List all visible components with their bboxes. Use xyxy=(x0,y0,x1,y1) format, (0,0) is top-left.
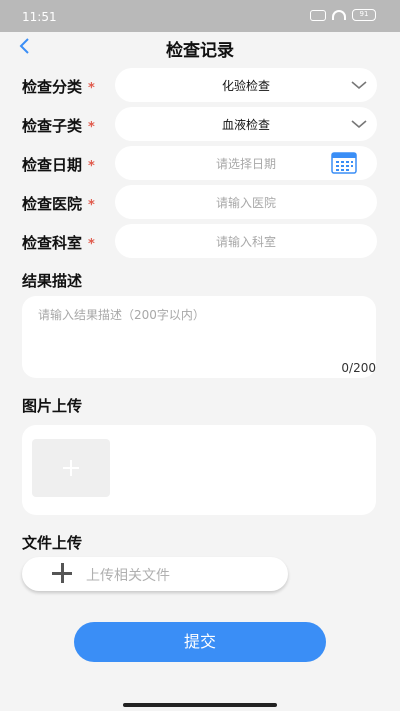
plus-icon-vertical xyxy=(60,563,64,583)
category-value: 化验检查 xyxy=(221,79,270,93)
status-time: 11:51 xyxy=(22,10,57,24)
sim-icon xyxy=(310,9,326,21)
result-textarea[interactable]: 请输入结果描述（200字以内） 0/200 xyxy=(22,296,376,378)
required-mark: * xyxy=(88,81,95,96)
submit-button[interactable]: 提交 xyxy=(74,622,326,662)
upload-file-button[interactable]: 上传相关文件 xyxy=(22,557,288,591)
category-label: 检查分类 * xyxy=(22,76,95,97)
plus-icon-vertical xyxy=(70,460,72,476)
subcategory-label: 检查子类 * xyxy=(22,115,95,136)
required-mark: * xyxy=(88,159,95,174)
chevron-down-icon xyxy=(351,81,367,90)
category-select[interactable]: 化验检查 xyxy=(115,68,377,102)
add-image-button[interactable] xyxy=(32,439,110,497)
subcategory-label-text: 检查子类 xyxy=(22,117,83,135)
image-upload-title: 图片上传 xyxy=(22,397,83,415)
char-counter: 0/200 xyxy=(341,361,376,375)
category-label-text: 检查分类 xyxy=(22,78,83,96)
status-bar: 11:51 91 xyxy=(0,0,400,32)
department-label-text: 检查科室 xyxy=(22,234,83,252)
upload-file-label: 上传相关文件 xyxy=(86,568,170,584)
department-placeholder: 请输入科室 xyxy=(215,235,276,249)
page-title: 检查记录 xyxy=(166,41,234,61)
result-title: 结果描述 xyxy=(22,272,83,290)
date-label-text: 检查日期 xyxy=(22,156,83,174)
image-upload-area xyxy=(22,425,376,515)
battery-icon: 91 xyxy=(352,9,376,21)
file-upload-title: 文件上传 xyxy=(22,534,83,552)
result-placeholder: 请输入结果描述（200字以内） xyxy=(38,308,205,322)
chevron-down-icon xyxy=(351,120,367,129)
calendar-icon[interactable] xyxy=(331,151,357,175)
required-mark: * xyxy=(88,120,95,135)
department-label: 检查科室 * xyxy=(22,232,95,253)
hospital-input[interactable]: 请输入医院 xyxy=(115,185,377,219)
date-label: 检查日期 * xyxy=(22,154,95,175)
hospital-label-text: 检查医院 xyxy=(22,195,83,213)
nav-bar: 检查记录 xyxy=(0,32,400,62)
department-input[interactable]: 请输入科室 xyxy=(115,224,377,258)
home-indicator[interactable] xyxy=(123,703,277,707)
date-picker[interactable]: 请选择日期 xyxy=(115,146,377,180)
wifi-icon xyxy=(332,10,346,20)
hospital-placeholder: 请输入医院 xyxy=(215,196,276,210)
hospital-label: 检查医院 * xyxy=(22,193,95,214)
status-icons: 91 xyxy=(310,9,376,21)
required-mark: * xyxy=(88,237,95,252)
subcategory-value: 血液检查 xyxy=(221,118,270,132)
required-mark: * xyxy=(88,198,95,213)
subcategory-select[interactable]: 血液检查 xyxy=(115,107,377,141)
